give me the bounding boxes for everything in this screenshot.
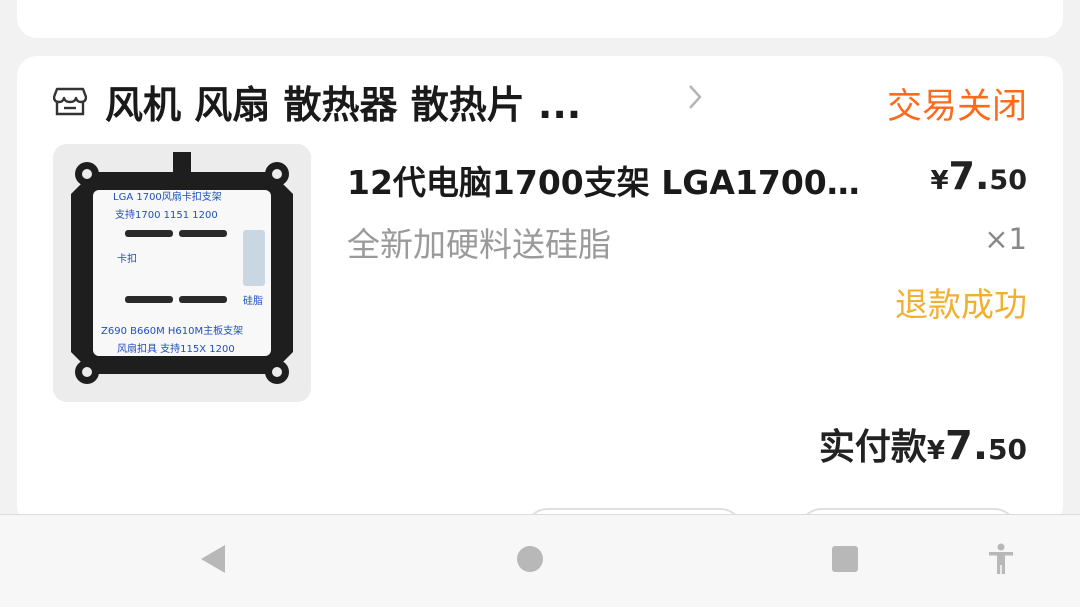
price-integer: 7. bbox=[948, 154, 990, 198]
order-status: 交易关闭 bbox=[886, 87, 1027, 127]
image-line2: 支持1700 1151 1200 bbox=[115, 208, 218, 221]
back-triangle-icon[interactable] bbox=[198, 543, 228, 575]
image-clip-label: 卡扣 bbox=[117, 252, 137, 265]
product-title[interactable]: 12代电脑1700支架 LGA1700支架 bbox=[347, 156, 887, 204]
shop-name[interactable]: 风机 风扇 散热器 散热片 ... bbox=[105, 74, 581, 129]
amount-paid-currency: ¥ bbox=[926, 436, 945, 466]
home-circle-icon[interactable] bbox=[515, 543, 545, 575]
system-navigation-bar bbox=[0, 514, 1080, 607]
accessibility-icon[interactable] bbox=[986, 543, 1016, 575]
bracket-image: LGA 1700风扇卡扣支架 支持1700 1151 1200 卡扣 硅脂 Z6… bbox=[53, 144, 311, 402]
image-line4: 风扇扣具 支持115X 1200 bbox=[117, 342, 235, 355]
unit-price: ¥7.50 bbox=[930, 154, 1027, 198]
amount-paid-integer: 7. bbox=[945, 423, 989, 469]
amount-paid-label: 实付款 bbox=[818, 427, 927, 468]
chevron-right-icon[interactable] bbox=[685, 80, 705, 114]
store-icon bbox=[53, 87, 87, 116]
shop-header[interactable]: 风机 风扇 散热器 散热片 ... bbox=[53, 74, 581, 129]
recents-square-icon[interactable] bbox=[830, 543, 860, 575]
order-card[interactable]: 风机 风扇 散热器 散热片 ... 交易关闭 LGA 1700风扇卡扣支架 支持… bbox=[17, 56, 1063, 526]
product-spec: 全新加硬料送硅脂 bbox=[347, 225, 611, 264]
product-image[interactable]: LGA 1700风扇卡扣支架 支持1700 1151 1200 卡扣 硅脂 Z6… bbox=[53, 144, 311, 402]
image-line3: Z690 B660M H610M主板支架 bbox=[101, 324, 243, 337]
image-line1: LGA 1700风扇卡扣支架 bbox=[113, 190, 222, 203]
previous-order-card bbox=[17, 0, 1063, 38]
amount-paid: 实付款 ¥7. 50 bbox=[819, 418, 1027, 470]
image-paste-label: 硅脂 bbox=[243, 294, 263, 307]
refund-status: 退款成功 bbox=[895, 285, 1027, 324]
price-currency: ¥ bbox=[930, 166, 949, 196]
quantity: ×1 bbox=[984, 222, 1027, 256]
price-decimal: 50 bbox=[989, 165, 1027, 196]
amount-paid-decimal: 50 bbox=[988, 433, 1027, 466]
